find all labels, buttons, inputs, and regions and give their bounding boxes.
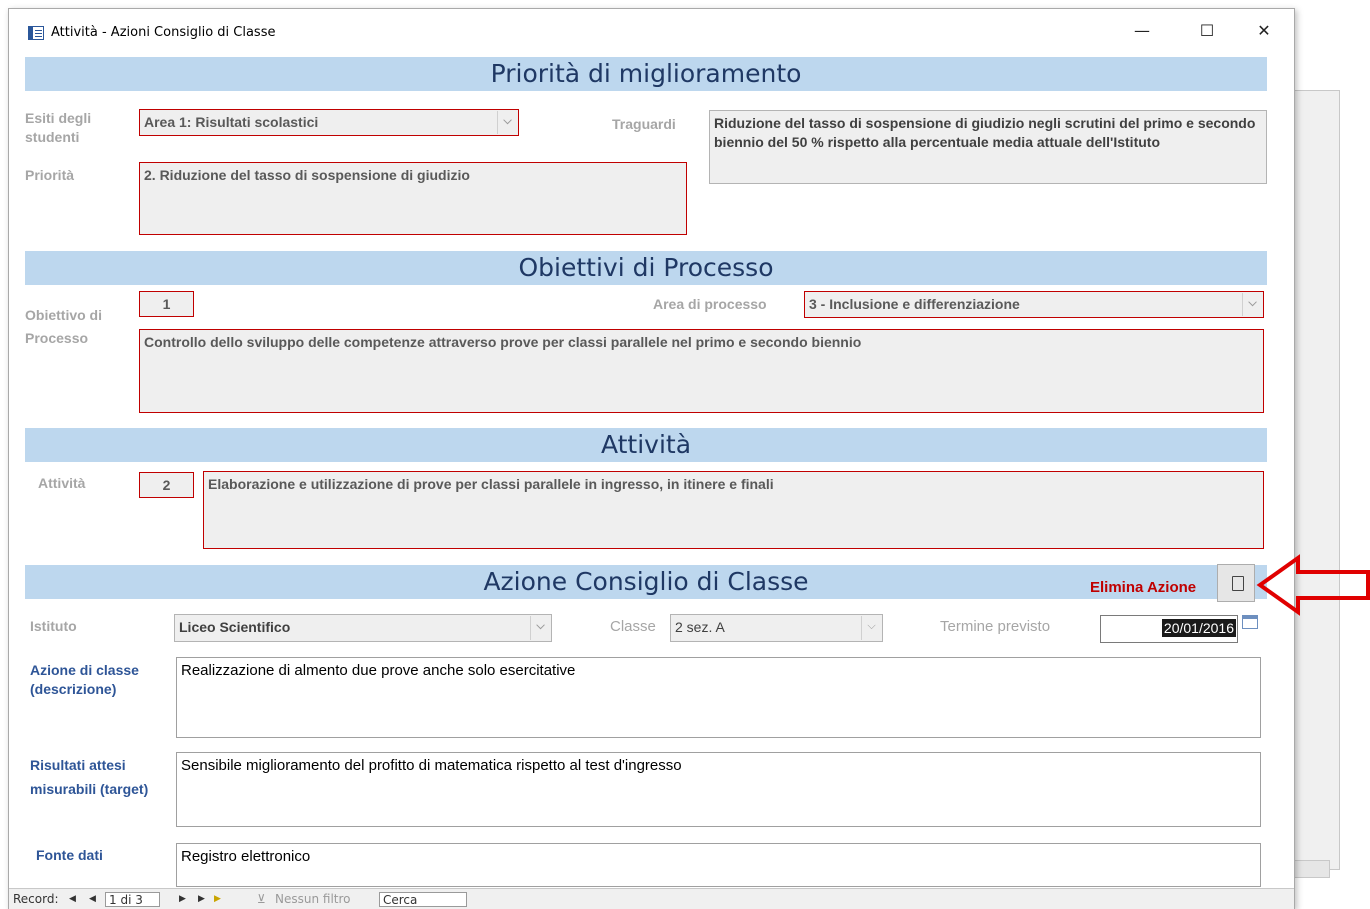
section-priorita-header: Priorità di miglioramento [25,57,1267,91]
area-processo-select[interactable]: 3 - Inclusione e differenziazione ⌵ [804,291,1264,318]
no-filter-button[interactable]: Nessun filtro [275,892,351,907]
form-window: Attività - Azioni Consiglio di Classe — … [8,8,1295,909]
istituto-label: Istituto [30,618,77,634]
chevron-down-icon[interactable]: ⌵ [1242,293,1262,316]
next-record-button[interactable]: ▶ [179,892,186,907]
calendar-icon[interactable] [1242,615,1258,629]
maximize-button[interactable]: ☐ [1184,15,1230,47]
previous-record-button[interactable]: ◀ [89,892,96,907]
fonte-label: Fonte dati [36,847,103,863]
delete-action-button[interactable] [1217,564,1255,602]
chevron-down-icon[interactable]: ⌵ [497,111,517,134]
elimina-azione-label: Elimina Azione [1090,579,1197,596]
risultati-field[interactable]: Sensibile miglioramento del profitto di … [176,752,1261,827]
priorita-field[interactable]: 2. Riduzione del tasso di sospensione di… [139,162,687,235]
area-processo-value: 3 - Inclusione e differenziazione [809,296,1020,312]
obiettivo-label: Obiettivo di Processo [25,307,102,346]
chevron-down-icon[interactable]: ⌵ [530,616,550,640]
descrizione-label: Azione di classe (descrizione) [30,662,139,697]
new-record-button[interactable]: ▶ [214,892,221,907]
classe-label: Classe [610,618,656,635]
istituto-value: Liceo Scientifico [179,619,291,635]
section-obiettivi-header: Obiettivi di Processo [25,251,1267,285]
background-panel [1290,90,1340,870]
priorita-label: Priorità [25,167,75,183]
classe-value: 2 sez. A [675,619,725,635]
termine-label: Termine previsto [940,618,1051,635]
first-record-button[interactable]: ◀ [69,892,76,907]
obiettivo-number[interactable]: 1 [139,291,194,317]
attivita-label: Attività [38,475,86,491]
record-navigation-bar: Record: ◀ ◀ 1 di 3 ▶ ▶ ▶ ⊻ Nessun filtro… [9,888,1294,909]
section-attivita-header: Attività [25,428,1267,462]
search-input[interactable]: Cerca [379,892,467,907]
annotation-arrow-icon [1256,554,1370,616]
traguardi-label: Traguardi [612,116,676,132]
trash-icon [1232,576,1244,591]
fonte-field[interactable]: Registro elettronico [176,843,1261,887]
record-label: Record: [13,892,59,906]
area-processo-label: Area di processo [653,296,767,312]
last-record-button[interactable]: ▶ [198,892,205,907]
termine-date-field[interactable]: 20/01/2016 [1100,615,1238,643]
window-title: Attività - Azioni Consiglio di Classe [51,25,276,40]
descrizione-field[interactable]: Realizzazione di almento due prove anche… [176,657,1261,738]
section-azione-header: Azione Consiglio di Classe [25,565,1267,599]
risultati-label: Risultati attesi misurabili (target) [30,757,149,797]
form-icon [28,26,44,40]
chevron-down-icon[interactable]: ⌵ [861,616,881,640]
esiti-value: Area 1: Risultati scolastici [144,114,319,130]
istituto-select[interactable]: Liceo Scientifico ⌵ [174,614,552,642]
close-button[interactable]: ✕ [1241,15,1287,47]
esiti-label: Esiti degli studenti [25,110,92,145]
minimize-button[interactable]: — [1119,15,1165,47]
background-panel-footer [1290,860,1330,878]
classe-select[interactable]: 2 sez. A ⌵ [670,614,883,642]
attivita-number[interactable]: 2 [139,472,194,498]
traguardi-field[interactable]: Riduzione del tasso di sospensione di gi… [709,110,1267,184]
attivita-description[interactable]: Elaborazione e utilizzazione di prove pe… [203,471,1264,549]
record-position-input[interactable]: 1 di 3 [105,892,160,907]
title-bar[interactable]: Attività - Azioni Consiglio di Classe — … [9,9,1294,53]
esiti-select[interactable]: Area 1: Risultati scolastici ⌵ [139,109,519,136]
termine-value: 20/01/2016 [1161,619,1236,637]
filter-icon: ⊻ [257,892,266,906]
obiettivo-description[interactable]: Controllo dello sviluppo delle competenz… [139,329,1264,413]
